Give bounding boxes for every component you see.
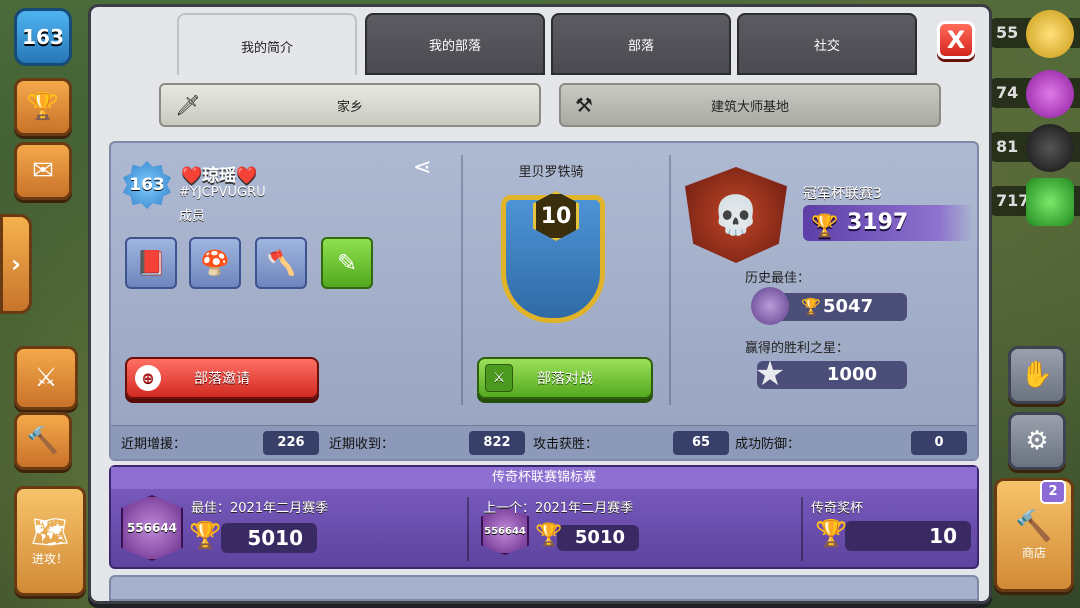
gold-icon [1026,10,1074,58]
clan-name[interactable]: 里贝罗铁骑 [471,161,631,180]
hammer-icon: 🔨 [1015,509,1053,544]
previous-season-trophies: 5010 [557,525,639,551]
builder-button[interactable]: 🔨 [14,412,72,470]
xp-level-badge[interactable]: 163 [14,8,72,66]
attack-label: 进攻！ [31,552,68,566]
tab-my-profile[interactable]: 我的简介 [177,13,357,79]
legend-league-icon [751,287,789,325]
received-value: 822 [469,431,525,455]
legend-trophy-icon: 🏆 [815,519,848,549]
mail-button[interactable]: ✉ [14,142,72,200]
best-trophies-value: 5047 [823,296,874,317]
clan-invite-label: 部落邀请 [194,371,250,387]
hammer-icon: 🔨 [26,426,60,456]
map-icon: 🗺 [30,515,70,550]
star-icon: ★ [754,354,786,394]
legend-trophies-label: 传奇奖杯 [811,501,864,516]
next-section-strip [109,575,979,601]
builder-base-label: 建筑大师基地 [710,99,789,115]
donations-value: 226 [263,431,319,455]
gem-icon [1026,178,1074,226]
received-label: 近期收到： [329,437,395,452]
legend-rank-badge: 556644 [121,495,183,561]
clan-war-label: 部落对战 [537,371,593,387]
tab-clans[interactable]: 部落 [551,13,731,75]
trophy-icon: 🏆 [26,92,60,122]
tab-my-clan[interactable]: 我的部落 [365,13,545,75]
best-trophies-label: 历史最佳： [745,271,811,286]
best-trophies-pill: 🏆 5047 [751,287,907,325]
league-name: 冠军杯联赛3 [803,186,882,202]
village-switch: 🗡 家乡 ⚒ 建筑大师基地 [159,83,941,129]
card-divider [461,155,463,405]
profile-content: 🗡 家乡 ⚒ 建筑大师基地 163 ❤️琼瑶❤️ #YJCPVUGRU 成员 ⋖… [99,75,981,601]
crossed-axes-icon: ⚒ [575,93,593,117]
legend-league-title: 传奇杯联赛锦标赛 [111,467,977,489]
trophy-icon: 🏆 [535,523,563,548]
edit-pencil-button[interactable]: ✎ [321,237,373,289]
builder-base-button[interactable]: ⚒ 建筑大师基地 [559,83,941,127]
war-stars-value: 1000 [826,364,877,385]
magnifier-icon: ⊕ [135,365,161,391]
player-role: 成员 [179,209,206,224]
mail-icon: ✉ [32,156,54,186]
shop-label: 商店 [1021,546,1046,560]
player-xp-badge: 163 [123,161,171,209]
crossed-swords-icon: ⚔ [485,364,513,392]
defense-wins-label: 成功防御： [735,437,801,452]
axe-ability-icon[interactable]: 🪓 [255,237,307,289]
player-tag[interactable]: #YJCPVUGRU [179,185,266,200]
trophy-icon: 🏆 [189,521,222,551]
player-card: 163 ❤️琼瑶❤️ #YJCPVUGRU 成员 ⋖ 📕 🍄 🪓 ✎ ⊕ 部落邀… [109,141,979,461]
donations-label: 近期增援： [121,437,187,452]
clan-war-button[interactable]: ⚔ [14,346,78,410]
war-stars-pill: ★ 1000 [755,357,907,391]
layout-edit-button[interactable]: ✋ [1008,346,1066,404]
sword-icon: 🗡 [175,93,201,117]
current-trophies-value: 3197 [847,210,909,235]
player-name: ❤️琼瑶❤️ [181,166,258,186]
champion-league-emblem: 💀 [685,167,787,263]
gear-icon: ⚙ [1025,426,1049,456]
best-season-label: 最佳：2021年二月赛季 [191,501,329,516]
notification-badge: 2 [1040,480,1066,504]
trophy-league-button[interactable]: 🏆 [14,78,72,136]
profile-panel: 我的简介 我的部落 部落 社交 X 🗡 家乡 ⚒ 建筑大师基地 163 ❤️琼瑶… [88,4,992,604]
dark-elixir-icon [1026,124,1074,172]
crossed-swords-icon: ⚔ [34,363,58,393]
trophy-icon: 🏆 [811,214,839,239]
pencil-icon: ✎ [336,249,358,277]
home-village-label: 家乡 [336,99,363,115]
attack-button[interactable]: 🗺 进攻！ [14,486,86,596]
elixir-icon [1026,70,1074,118]
clan-war-button[interactable]: ⚔ 部落对战 [477,357,653,399]
close-button[interactable]: X [937,21,975,59]
attack-wins-label: 攻击获胜： [533,437,599,452]
mushroom-ability-icon[interactable]: 🍄 [189,237,241,289]
legend-divider [467,497,469,561]
attack-wins-value: 65 [673,431,729,455]
share-icon[interactable]: ⋖ [413,155,431,180]
home-village-button[interactable]: 🗡 家乡 [159,83,541,127]
clan-invite-button[interactable]: ⊕ 部落邀请 [125,357,319,399]
previous-season-label: 上一个：2021年二月赛季 [483,501,634,516]
legend-league-card: 传奇杯联赛锦标赛 556644 最佳：2021年二月赛季 5010 🏆 5566… [109,465,979,569]
tab-social[interactable]: 社交 [737,13,917,75]
legend-trophies-value: 10 [845,521,971,551]
donation-stats-bar: 近期增援： 226 近期收到： 822 攻击获胜： 65 成功防御： 0 [111,425,977,459]
defense-wins-value: 0 [911,431,967,455]
hand-arrows-icon: ✋ [1020,360,1054,390]
legend-divider [801,497,803,561]
expand-side-arrow[interactable]: › [0,214,32,314]
card-divider [669,155,671,405]
settings-button[interactable]: ⚙ [1008,412,1066,470]
best-season-trophies: 5010 [221,523,317,553]
current-trophies: 🏆 3197 [803,205,973,241]
book-ability-icon[interactable]: 📕 [125,237,177,289]
trophy-icon: 🏆 [801,297,821,316]
